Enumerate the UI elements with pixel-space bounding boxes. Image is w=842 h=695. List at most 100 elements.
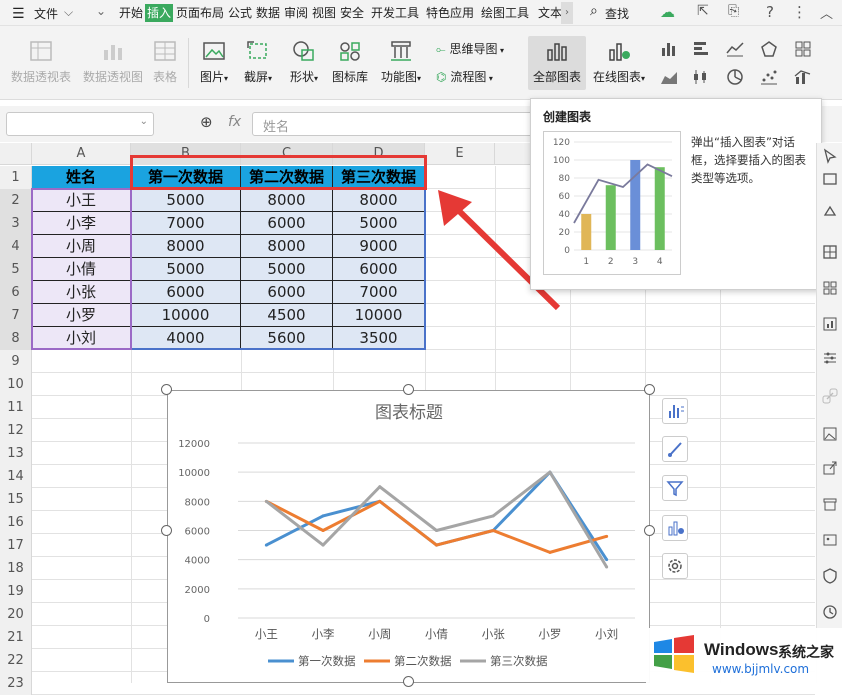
shield-icon[interactable]: [821, 567, 839, 585]
resize-handle[interactable]: [161, 525, 172, 536]
formula-input[interactable]: 姓名: [252, 112, 552, 136]
tab-scroll-right-button[interactable]: ›: [561, 2, 573, 24]
column-header-c[interactable]: C: [241, 143, 333, 165]
fx-label[interactable]: fx: [228, 114, 241, 130]
pivot-chart-button[interactable]: 数据透视图: [80, 40, 146, 85]
row-header-19[interactable]: 19: [0, 580, 32, 603]
row-header-6[interactable]: 6: [0, 281, 32, 304]
area-chart-icon[interactable]: [660, 68, 678, 86]
chart-settings-button[interactable]: [662, 553, 688, 579]
row-header-10[interactable]: 10: [0, 373, 32, 396]
row-header-23[interactable]: 23: [0, 672, 32, 695]
tab-insert[interactable]: 插入: [145, 4, 174, 22]
tab-review[interactable]: 审阅: [284, 4, 308, 22]
legend-label[interactable]: 第一次数据: [298, 654, 356, 668]
legend-label[interactable]: 第二次数据: [394, 654, 452, 668]
mind-map-button[interactable]: ⟜ 思维导图 ▾: [436, 40, 504, 57]
chevron-down-icon[interactable]: ⌵: [64, 5, 73, 20]
row-header-9[interactable]: 9: [0, 350, 32, 373]
combo-chart-icon[interactable]: [794, 68, 812, 86]
header-cell-second[interactable]: 第二次数据: [241, 166, 333, 189]
flowchart-button[interactable]: ⌬ 流程图 ▾: [436, 68, 493, 85]
data-cell[interactable]: 7000: [131, 212, 241, 235]
help-icon[interactable]: ?: [766, 3, 774, 21]
data-cell[interactable]: 4000: [131, 327, 241, 350]
name-cell[interactable]: 小刘: [32, 327, 131, 350]
tab-formulas[interactable]: 公式: [228, 4, 252, 22]
resize-handle[interactable]: [403, 676, 414, 687]
name-cell[interactable]: 小张: [32, 281, 131, 304]
data-cell[interactable]: 10000: [333, 304, 425, 327]
data-cell[interactable]: 7000: [333, 281, 425, 304]
line-chart[interactable]: 图表标题 12000 10000 8000 6000 4000 2000 0 小王 小李 小周 小倩 小…: [167, 390, 650, 683]
row-header-20[interactable]: 20: [0, 603, 32, 626]
data-cell[interactable]: 8000: [131, 235, 241, 258]
share-out-icon[interactable]: [821, 459, 839, 477]
tab-text[interactable]: 文本: [538, 4, 562, 22]
row-header-1[interactable]: 1: [0, 166, 32, 189]
export-icon[interactable]: ⎘: [728, 3, 739, 19]
column-header-a[interactable]: A: [32, 143, 131, 165]
dropdown-icon[interactable]: ⌄: [96, 4, 106, 18]
data-cell[interactable]: 6000: [241, 212, 333, 235]
stock-chart-icon[interactable]: [692, 68, 710, 86]
row-header-2[interactable]: 2: [0, 189, 32, 212]
image-tools-icon[interactable]: [821, 425, 839, 443]
search-button[interactable]: 查找: [605, 5, 629, 22]
hamburger-icon[interactable]: ☰: [12, 6, 25, 22]
all-charts-button[interactable]: 全部图表: [530, 40, 584, 85]
chart-title[interactable]: 图表标题: [375, 403, 443, 423]
row-header-14[interactable]: 14: [0, 465, 32, 488]
shape-button[interactable]: 形状▾: [284, 40, 324, 85]
data-cell[interactable]: 6000: [241, 281, 333, 304]
data-cell[interactable]: 9000: [333, 235, 425, 258]
picture-icon[interactable]: [821, 531, 839, 549]
chart-style-button[interactable]: [662, 436, 688, 462]
apps-icon[interactable]: [821, 279, 839, 297]
tab-developer[interactable]: 开发工具: [371, 4, 419, 22]
name-cell[interactable]: 小王: [32, 189, 131, 212]
comment-icon[interactable]: [821, 171, 839, 189]
tab-page-layout[interactable]: 页面布局: [176, 4, 224, 22]
header-cell-first[interactable]: 第一次数据: [131, 166, 241, 189]
data-cell[interactable]: 5000: [131, 189, 241, 212]
resize-handle[interactable]: [403, 384, 414, 395]
online-chart-button[interactable]: [662, 515, 688, 541]
column-header-d[interactable]: D: [333, 143, 425, 165]
tab-data[interactable]: 数据: [256, 4, 280, 22]
search-icon[interactable]: ⌕: [590, 3, 598, 19]
bar-horizontal-chart-icon[interactable]: [692, 40, 710, 58]
row-header-5[interactable]: 5: [0, 258, 32, 281]
data-cell[interactable]: 8000: [241, 235, 333, 258]
column-chart-icon[interactable]: [660, 40, 678, 58]
tab-features[interactable]: 特色应用: [426, 4, 474, 22]
paint-icon[interactable]: [821, 203, 839, 221]
data-cell[interactable]: 5000: [333, 212, 425, 235]
select-all-corner[interactable]: [0, 143, 32, 165]
name-cell[interactable]: 小周: [32, 235, 131, 258]
zoom-formula-icon[interactable]: ⊕: [200, 113, 213, 131]
data-cell[interactable]: 8000: [333, 189, 425, 212]
name-cell[interactable]: 小李: [32, 212, 131, 235]
tab-home[interactable]: 开始: [119, 4, 143, 22]
picture-button[interactable]: 图片▾: [196, 40, 232, 85]
row-header-22[interactable]: 22: [0, 649, 32, 672]
row-header-15[interactable]: 15: [0, 488, 32, 511]
tab-security[interactable]: 安全: [340, 4, 364, 22]
row-header-3[interactable]: 3: [0, 212, 32, 235]
row-header-16[interactable]: 16: [0, 511, 32, 534]
row-header-12[interactable]: 12: [0, 419, 32, 442]
row-header-17[interactable]: 17: [0, 534, 32, 557]
name-cell[interactable]: 小倩: [32, 258, 131, 281]
row-header-21[interactable]: 21: [0, 626, 32, 649]
icon-library-button[interactable]: 图标库: [330, 40, 370, 85]
legend-label[interactable]: 第三次数据: [490, 654, 548, 668]
link-icon[interactable]: [821, 387, 839, 405]
name-box[interactable]: ⌄: [6, 112, 154, 136]
more-icon[interactable]: ⋮: [792, 3, 807, 21]
row-header-11[interactable]: 11: [0, 396, 32, 419]
row-header-8[interactable]: 8: [0, 327, 32, 350]
data-cell[interactable]: 6000: [333, 258, 425, 281]
data-cell[interactable]: 4500: [241, 304, 333, 327]
more-charts-icon[interactable]: [794, 40, 812, 58]
